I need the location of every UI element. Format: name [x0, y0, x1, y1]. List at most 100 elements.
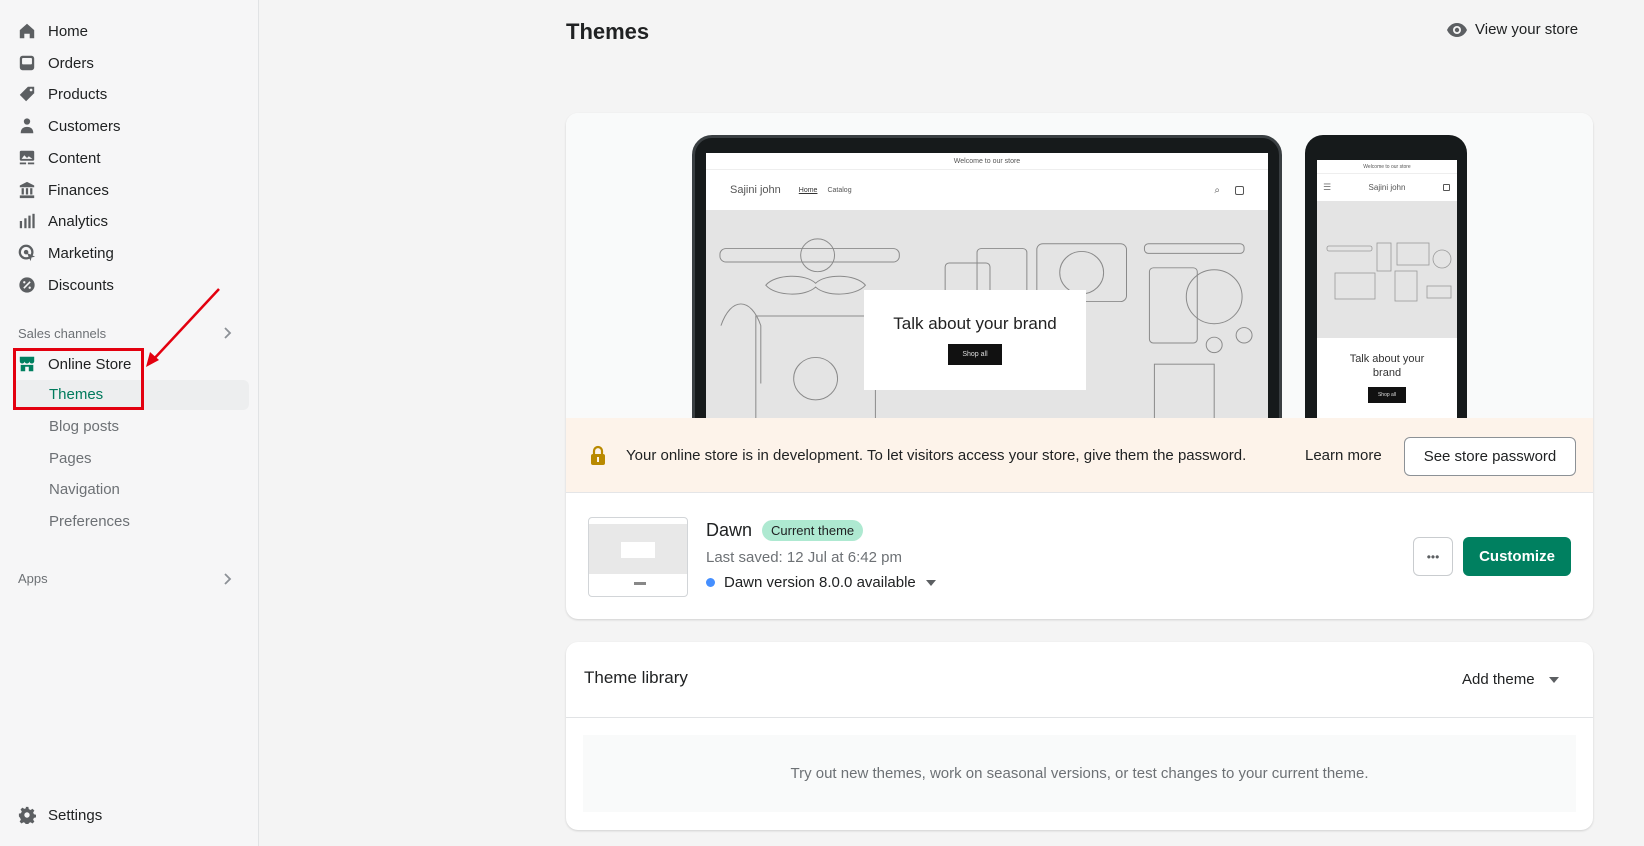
sidebar-item-label: Settings: [48, 806, 103, 824]
preview-shop-all-button: Shop all: [948, 344, 1002, 365]
preview-header: Sajini john Home Catalog ⌕: [706, 170, 1268, 210]
sidebar-item-online-store[interactable]: Online Store: [18, 350, 131, 378]
sidebar-item-label: Products: [48, 85, 108, 103]
discount-icon: [18, 276, 36, 294]
mobile-hero-box: Talk about your brand Shop all: [1317, 338, 1457, 403]
inbox-icon: [18, 54, 36, 72]
sidebar-item-label: Customers: [48, 117, 121, 135]
theme-update-dropdown[interactable]: Dawn version 8.0.0 available: [706, 574, 936, 591]
sidebar-item-label: Orders: [48, 54, 94, 72]
desktop-preview-screen: Welcome to our store Sajini john Home Ca…: [706, 153, 1268, 422]
mobile-header: ☰ Sajini john: [1317, 174, 1457, 201]
mobile-preview-screen: Welcome to our store ☰ Sajini john Talk …: [1317, 160, 1457, 425]
theme-update-text: Dawn version 8.0.0 available: [724, 574, 916, 591]
menu-icon: ☰: [1323, 182, 1332, 192]
development-banner: Your online store is in development. To …: [566, 418, 1593, 493]
update-dot-icon: [706, 578, 715, 587]
preview-nav-catalog: Catalog: [827, 186, 852, 194]
banner-message: Your online store is in development. To …: [626, 446, 1247, 464]
bank-icon: [18, 181, 36, 199]
person-icon: [18, 117, 36, 135]
sidebar-item-marketing[interactable]: Marketing: [18, 239, 114, 267]
sidebar-item-label: Marketing: [48, 244, 114, 262]
sidebar-subitem-themes[interactable]: Themes: [49, 386, 103, 403]
sidebar-subitem-blog-posts[interactable]: Blog posts: [49, 418, 119, 435]
theme-library-title: Theme library: [584, 668, 688, 687]
thumbnail-hero-box: [621, 542, 655, 558]
see-store-password-button[interactable]: See store password: [1404, 437, 1576, 476]
theme-thumbnail[interactable]: [588, 517, 688, 597]
mobile-store-name: Sajini john: [1368, 183, 1406, 192]
last-saved-text: Last saved: 12 Jul at 6:42 pm: [706, 549, 902, 566]
sidebar-subitem-pages[interactable]: Pages: [49, 450, 92, 467]
add-theme-label: Add theme: [1462, 671, 1535, 688]
theme-name: Dawn: [706, 520, 753, 540]
sidebar-item-label: Analytics: [48, 212, 109, 230]
sales-channels-label[interactable]: Sales channels: [18, 326, 106, 341]
preview-hero: Talk about your brand Shop all: [706, 210, 1268, 422]
divider: [566, 717, 1593, 718]
theme-title-row: Dawn Current theme: [706, 520, 864, 541]
preview-cart-icon: [1235, 185, 1244, 195]
view-store-link[interactable]: View your store: [1447, 21, 1578, 38]
chevron-right-icon[interactable]: [222, 572, 234, 586]
mobile-illustration: [1326, 242, 1452, 302]
caret-down-icon: [1548, 676, 1559, 683]
sidebar-item-content[interactable]: Content: [18, 144, 101, 172]
gear-icon: [18, 806, 36, 824]
preview-store-name: Sajini john: [730, 184, 781, 196]
mobile-shop-all-button: Shop all: [1367, 387, 1407, 403]
sidebar-item-finances[interactable]: Finances: [18, 176, 109, 204]
preview-hero-box: Talk about your brand Shop all: [864, 290, 1086, 390]
preview-hero-heading: Talk about your brand: [893, 314, 1057, 333]
mobile-hero-heading: Talk about your brand: [1349, 353, 1425, 379]
more-actions-button[interactable]: •••: [1413, 537, 1453, 576]
sidebar-item-label: Home: [48, 22, 89, 40]
desktop-preview-frame: Welcome to our store Sajini john Home Ca…: [692, 135, 1282, 425]
theme-library-card: Theme library Add theme Try out new them…: [566, 642, 1593, 830]
page-title: Themes: [566, 19, 650, 44]
empty-state: Try out new themes, work on seasonal ver…: [583, 735, 1576, 812]
sidebar-item-label: Online Store: [48, 355, 132, 373]
sidebar-item-orders[interactable]: Orders: [18, 49, 94, 77]
customize-button[interactable]: Customize: [1463, 537, 1571, 576]
mobile-preview-frame: Welcome to our store ☰ Sajini john Talk …: [1305, 135, 1467, 425]
sidebar-item-products[interactable]: Products: [18, 80, 107, 108]
bar-chart-icon: [18, 212, 36, 230]
view-store-label: View your store: [1475, 21, 1579, 38]
empty-state-text: Try out new themes, work on seasonal ver…: [790, 765, 1369, 782]
sidebar-item-label: Discounts: [48, 276, 114, 294]
apps-label[interactable]: Apps: [18, 571, 48, 586]
tag-icon: [18, 85, 36, 103]
home-icon: [18, 22, 36, 40]
preview-search-icon: ⌕: [1214, 184, 1220, 196]
sidebar-item-label: Finances: [48, 181, 109, 199]
current-theme-card: Welcome to our store Sajini john Home Ca…: [566, 113, 1593, 619]
sidebar-item-customers[interactable]: Customers: [18, 112, 121, 140]
preview-announcement: Welcome to our store: [706, 153, 1268, 170]
image-icon: [18, 149, 36, 167]
mobile-hero-image: [1317, 201, 1457, 338]
current-theme-badge: Current theme: [762, 520, 864, 541]
sidebar-item-label: Content: [48, 149, 101, 167]
sidebar-subitem-navigation[interactable]: Navigation: [49, 481, 120, 498]
lock-icon: [591, 445, 605, 465]
theme-preview: Welcome to our store Sajini john Home Ca…: [566, 113, 1593, 425]
sidebar-item-analytics[interactable]: Analytics: [18, 207, 108, 235]
sidebar-subitem-preferences[interactable]: Preferences: [49, 513, 130, 530]
add-theme-button[interactable]: Add theme: [1462, 671, 1559, 688]
sidebar-item-discounts[interactable]: Discounts: [18, 271, 114, 299]
learn-more-link[interactable]: Learn more: [1305, 447, 1382, 464]
thumbnail-button: [634, 582, 646, 585]
eye-icon: [1447, 22, 1467, 37]
sidebar: Home Orders Products Customers Content F…: [0, 0, 259, 846]
preview-nav-home: Home: [798, 186, 818, 194]
sidebar-item-settings[interactable]: Settings: [18, 801, 102, 829]
chevron-right-icon[interactable]: [222, 326, 234, 340]
target-icon: [18, 244, 36, 262]
caret-down-icon: [925, 579, 936, 586]
mobile-announcement: Welcome to our store: [1317, 160, 1457, 174]
store-icon: [18, 355, 36, 373]
mobile-cart-icon: [1443, 184, 1450, 191]
sidebar-item-home[interactable]: Home: [18, 17, 88, 45]
